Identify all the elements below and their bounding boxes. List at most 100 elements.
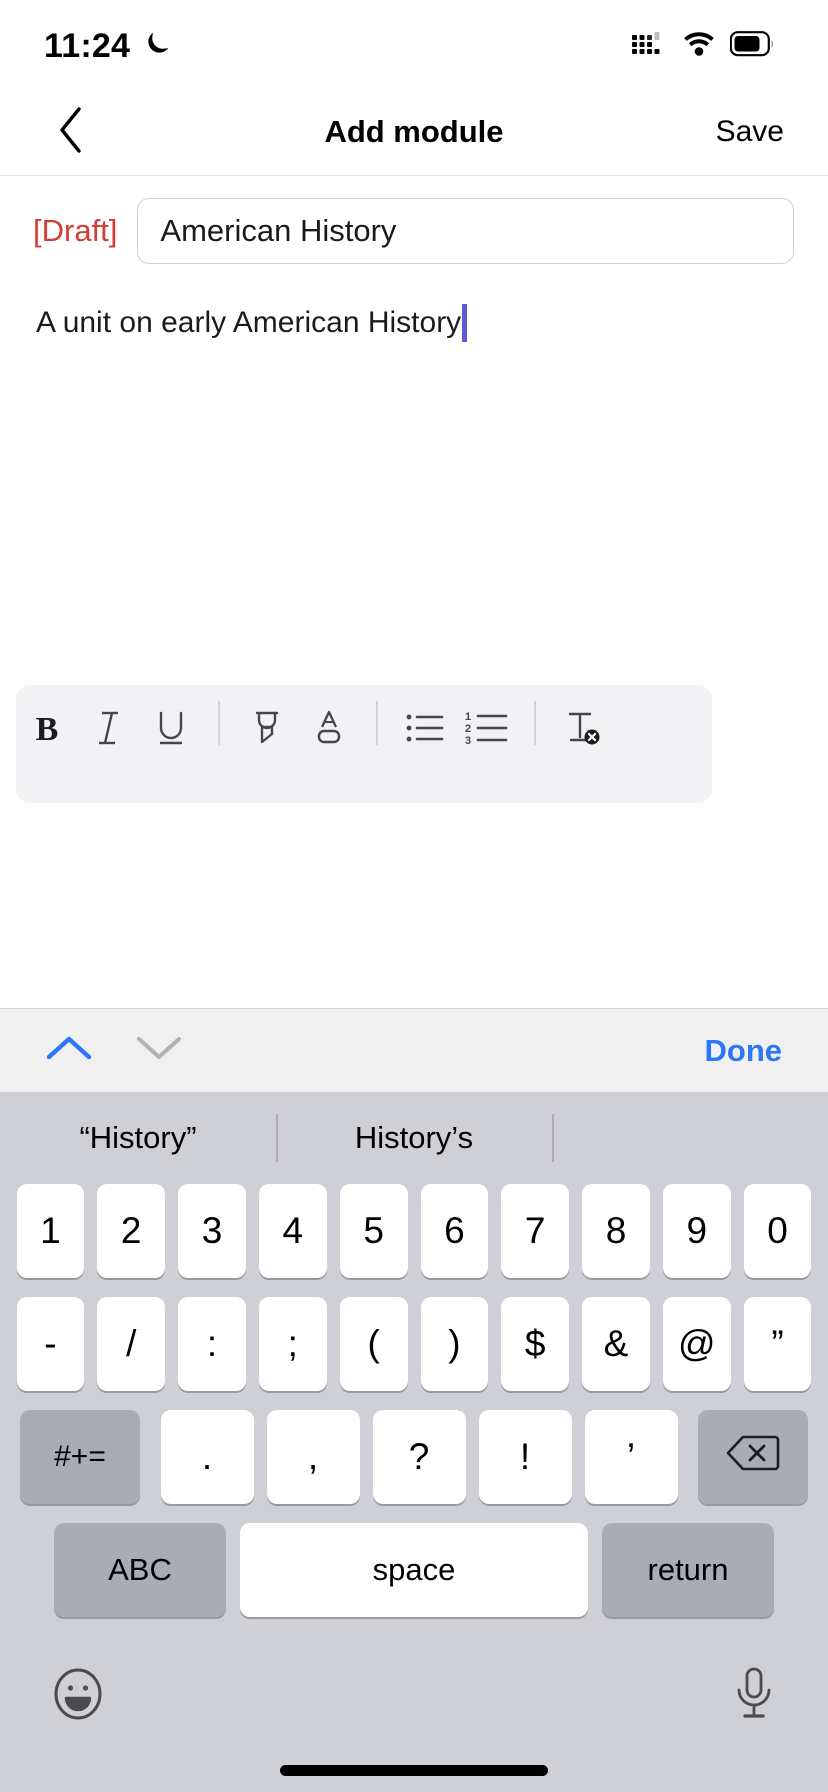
page-title: Add module [324,114,504,149]
text-color-button[interactable] [298,701,360,759]
key-1[interactable]: 1 [16,1184,85,1278]
status-time: 11:24 [44,26,131,65]
numbered-list-icon: 1 2 3 [464,709,510,752]
predictive-text-bar: “History” History’s [0,1092,828,1184]
description-editor[interactable]: A unit on early American History [0,296,828,676]
italic-button[interactable] [78,701,140,759]
next-field-button[interactable] [114,1009,204,1093]
toolbar-divider-2 [376,701,378,745]
underline-icon [153,708,189,753]
keyboard-done-button[interactable]: Done [705,1009,783,1093]
key-exclamation[interactable]: ! [478,1410,572,1504]
key-dollar[interactable]: $ [501,1297,570,1391]
key-9[interactable]: 9 [662,1184,731,1278]
phone-screen: 11:24 Add module Save [Draft] American H… [0,0,828,1792]
key-period[interactable]: . [160,1410,254,1504]
previous-field-button[interactable] [24,1009,114,1093]
key-paren-open[interactable]: ( [339,1297,408,1391]
svg-text:1: 1 [465,711,471,723]
key-return[interactable]: return [602,1523,774,1617]
chevron-up-icon [44,1031,94,1070]
description-text: A unit on early American History [36,306,462,339]
emoji-smiley-icon [52,1667,104,1726]
key-4[interactable]: 4 [258,1184,327,1278]
module-title-value: American History [160,213,397,248]
key-2[interactable]: 2 [97,1184,166,1278]
formatting-toolbar: B 1 2 3 [16,685,712,803]
key-hyphen[interactable]: - [16,1297,85,1391]
keyboard-row-numbers: 1 2 3 4 5 6 7 8 9 0 [10,1184,818,1278]
navbar-divider [0,175,828,176]
bulleted-list-button[interactable] [394,701,456,759]
key-abc[interactable]: ABC [54,1523,226,1617]
svg-text:2: 2 [465,723,471,735]
key-7[interactable]: 7 [501,1184,570,1278]
key-apostrophe[interactable]: ’ [584,1410,678,1504]
text-style-group: B [16,701,202,759]
clear-group [552,701,614,759]
keyboard-row-symbols: - / : ; ( ) $ & @ ” [10,1297,818,1391]
bulleted-list-icon [404,710,446,751]
key-paren-close[interactable]: ) [420,1297,489,1391]
toolbar-divider-3 [534,701,536,745]
key-question[interactable]: ? [372,1410,466,1504]
cellular-signal-icon [632,31,668,62]
highlighter-button[interactable] [236,701,298,759]
keyboard-row-bottom: ABC space return [10,1523,818,1617]
key-5[interactable]: 5 [339,1184,408,1278]
key-semicolon[interactable]: ; [258,1297,327,1391]
key-backspace[interactable] [698,1410,808,1504]
home-indicator[interactable] [280,1765,548,1776]
software-keyboard: “History” History’s 1 2 3 4 5 6 7 8 9 0 [0,1092,828,1792]
underline-button[interactable] [140,701,202,759]
numbered-list-button[interactable]: 1 2 3 [456,701,518,759]
module-title-row: [Draft] American History [0,186,828,276]
dictation-button[interactable] [732,1666,776,1727]
key-comma[interactable]: , [266,1410,360,1504]
toolbar-divider-1 [218,701,220,745]
key-symbols-toggle[interactable]: #+= [20,1410,140,1504]
keyboard-accessory-bar: Done [0,1008,828,1092]
italic-icon [92,708,126,753]
text-color-icon [311,707,347,754]
module-title-input[interactable]: American History [137,198,794,264]
prediction-item-1[interactable]: “History” [0,1092,276,1184]
text-caret [462,304,468,342]
color-group [236,701,360,759]
status-bar: 11:24 [0,0,828,92]
highlighter-icon [248,707,286,754]
status-bar-right [632,30,776,62]
key-at[interactable]: @ [662,1297,731,1391]
key-0[interactable]: 0 [743,1184,812,1278]
clear-formatting-icon [562,707,604,754]
keyboard-rows: 1 2 3 4 5 6 7 8 9 0 - / : ; ( ) $ & @ ” … [0,1184,828,1617]
prediction-item-2[interactable]: History’s [276,1092,552,1184]
emoji-button[interactable] [52,1667,104,1726]
key-6[interactable]: 6 [420,1184,489,1278]
keyboard-utility-row [0,1636,828,1746]
draft-status-badge: [Draft] [33,213,118,248]
prediction-item-3[interactable] [552,1092,828,1184]
status-bar-left: 11:24 [44,27,172,66]
backspace-icon [725,1433,781,1482]
key-space[interactable]: space [240,1523,588,1617]
svg-text:3: 3 [465,735,471,747]
wifi-icon [682,31,716,62]
chevron-down-icon [134,1031,184,1070]
battery-icon [729,30,776,62]
key-3[interactable]: 3 [178,1184,246,1278]
description-line: A unit on early American History [36,296,792,346]
keyboard-row-punctuation: #+= . , ? ! ’ [10,1410,818,1504]
crescent-moon-icon [142,29,172,64]
bold-icon: B [35,711,59,748]
key-slash[interactable]: / [97,1297,166,1391]
key-quote[interactable]: ” [743,1297,812,1391]
key-8[interactable]: 8 [582,1184,650,1278]
save-button[interactable]: Save [716,92,784,172]
bold-button[interactable]: B [16,701,78,759]
clear-formatting-button[interactable] [552,701,614,759]
navigation-bar: Add module Save [0,92,828,172]
list-group: 1 2 3 [394,701,518,759]
key-ampersand[interactable]: & [582,1297,650,1391]
key-colon[interactable]: : [178,1297,246,1391]
